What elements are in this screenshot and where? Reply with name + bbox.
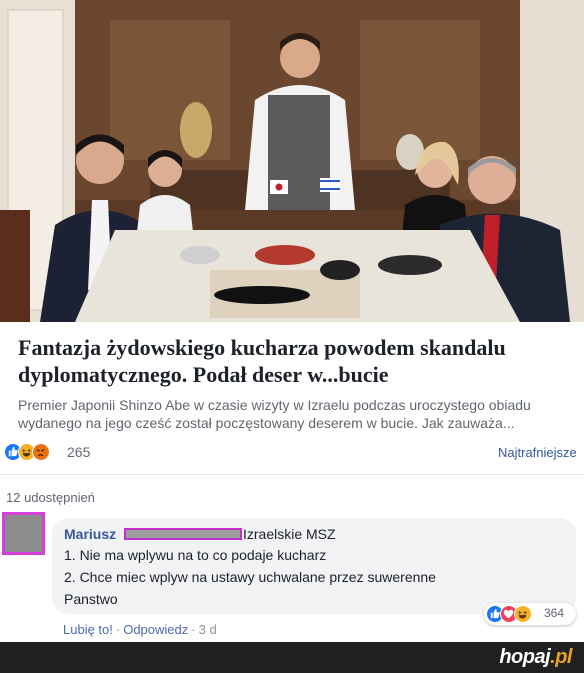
comment-author[interactable]: Mariusz [64,526,116,542]
reply-button[interactable]: Odpowiedz [123,622,188,637]
watermark-bar: hopaj.pl [0,642,584,673]
article-photo[interactable] [0,0,584,322]
logo-suffix: .pl [550,646,572,668]
section-divider [0,474,584,475]
avatar[interactable] [2,512,45,555]
comment-reactions[interactable]: 364 [484,603,576,625]
description-line-1: Premier Japonii Shinzo Abe w czasie wizy… [18,397,531,413]
description-line-2: wydanego na jego cześć został poczęstowa… [18,415,515,431]
comment-reaction-count: 364 [544,606,565,620]
comment-line-2: 2. Chce miec wplyw na ustawy uchwalane p… [64,569,436,585]
article-description: Premier Japonii Shinzo Abe w czasie wizy… [18,396,584,432]
post-reactions-bar: 265 Najtrafniejsze [0,434,584,470]
comment-timestamp[interactable]: 3 d [199,622,217,637]
sort-comments-link[interactable]: Najtrafniejsze [498,445,577,460]
article-headline[interactable]: Fantazja żydowskiego kucharza powodem sk… [18,334,578,388]
tagged-page[interactable]: Izraelskie MSZ [243,526,336,542]
comment-bubble: Mariusz Izraelskie MSZ 1. Nie ma wplywu … [52,518,576,625]
angry-icon [32,443,50,461]
link-preview[interactable]: Fantazja żydowskiego kucharza powodem sk… [0,322,584,435]
comment-actions: Lubię to! · Odpowiedz · 3 d [63,622,217,637]
separator-dot: · [115,622,121,637]
separator-dot: · [191,622,196,637]
redacted-name [124,528,242,540]
comment-line-3: Panstwo [64,591,118,607]
like-comment-button[interactable]: Lubię to! [63,622,113,637]
haha-icon [514,605,532,623]
share-count[interactable]: 12 udostępnień [6,490,95,505]
logo-text: hopaj [499,646,551,668]
comment-line-1: 1. Nie ma wplywu na to co podaje kucharz [64,547,327,563]
reaction-count[interactable]: 265 [67,444,90,460]
site-logo: hopaj.pl [499,646,572,669]
